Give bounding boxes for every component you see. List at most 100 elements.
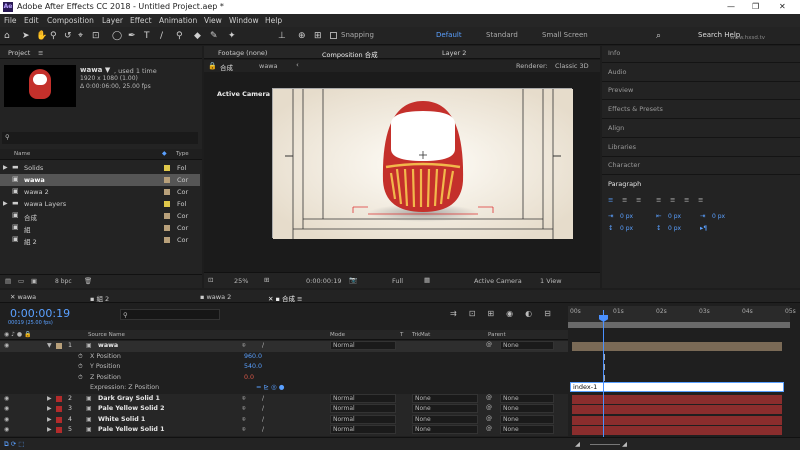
quality-icon[interactable]: / [262,405,264,412]
justify-left-icon[interactable]: ≡ [656,196,661,204]
visibility-eye-icon[interactable]: ◉ [4,416,9,423]
selection-tool-icon[interactable]: ➤ [22,30,30,42]
menu-edit[interactable]: Edit [24,16,39,25]
layer-row[interactable]: ◉ ▶ 5 ▣ Pale Yellow Solid 1 ⍟ / Normal None @ None [0,425,568,436]
quality-icon[interactable]: / [262,426,264,433]
menu-view[interactable]: View [204,16,222,25]
parent-dropdown[interactable]: None [500,425,554,434]
panel-libraries[interactable]: Libraries [608,143,636,151]
mode-dropdown[interactable]: Normal [330,404,396,413]
layer-name[interactable]: wawa [98,342,118,349]
tab-layer[interactable]: Layer 2 [442,49,466,57]
zoom-tool-icon[interactable]: ⚲ [50,30,57,42]
justify-all-icon[interactable]: ≡ [698,196,703,204]
world-axis-icon[interactable]: ⊕ [298,30,306,42]
view-axis-icon[interactable]: ⊞ [314,30,322,42]
breadcrumb-comp[interactable]: 合成 [220,62,233,72]
camera-tool-icon[interactable]: ⌖ [78,30,83,42]
timeline-tab-comp[interactable]: ✕ ▪ 合成 ≡ [268,293,303,303]
pen-tool-icon[interactable]: ✒ [128,30,136,42]
region-icon[interactable]: ▦ [424,276,430,284]
composition-canvas[interactable] [272,88,573,239]
property-row[interactable]: ⏱ Z Position 0.0 [0,373,568,384]
new-comp-icon[interactable]: ▣ [31,277,37,285]
timeline-tab-wawa[interactable]: ✕ wawa [10,293,36,301]
parent-dropdown[interactable]: None [500,404,554,413]
trkmat-dropdown[interactable]: None [412,404,478,413]
shape-tool-icon[interactable]: ◯ [112,30,122,42]
trkmat-dropdown[interactable]: None [412,425,478,434]
panel-menu-icon[interactable]: ≡ [38,49,43,57]
parent-dropdown[interactable]: None [500,341,554,350]
align-left-icon[interactable]: ≡ [608,196,613,204]
viewer-time[interactable]: 0:00:00:19 [306,277,342,285]
minimize-button[interactable]: — [727,2,735,11]
menu-effect[interactable]: Effect [130,16,152,25]
view-camera-select[interactable]: Active Camera [474,277,522,285]
workspace-default[interactable]: Default [436,31,462,39]
panel-paragraph[interactable]: Paragraph [608,180,641,188]
indent-left-value[interactable]: 0 px [620,213,633,220]
menu-help[interactable]: Help [265,16,282,25]
layer-label-swatch[interactable] [56,395,62,402]
visibility-eye-icon[interactable]: ◉ [4,395,9,402]
shy-icon[interactable]: ⍟ [242,395,246,403]
property-value[interactable]: 0.0 [244,374,254,381]
label-swatch[interactable] [164,237,170,243]
layer-label-swatch[interactable] [56,406,62,412]
menu-layer[interactable]: Layer [102,16,123,25]
project-item[interactable]: ▶ ▬ Solids Fol [0,162,200,174]
timeline-timecode[interactable]: 0:00:00:19 [10,307,70,320]
col-source-name[interactable]: Source Name [88,332,125,338]
space-after-value[interactable]: 0 px [668,225,681,232]
layer-label-swatch[interactable] [56,427,62,433]
shy-icon[interactable]: ⍟ [242,416,246,424]
pickwhip-icon[interactable]: @ [486,341,492,348]
panel-audio[interactable]: Audio [608,68,626,76]
bpc-label[interactable]: 8 bpc [55,278,72,285]
quality-icon[interactable]: / [262,416,264,423]
justify-center-icon[interactable]: ≡ [670,196,675,204]
twirl-arrow-icon[interactable]: ▶ [47,405,52,412]
pan-behind-tool-icon[interactable]: ⊡ [92,30,100,42]
project-item[interactable]: ▣ wawa 2 Cor [0,186,200,198]
menu-file[interactable]: File [4,16,17,25]
label-swatch[interactable] [164,201,170,207]
align-right-icon[interactable]: ≡ [636,196,641,204]
panel-character[interactable]: Character [608,161,640,169]
label-swatch[interactable] [164,225,170,231]
zoom-in-icon[interactable]: ◢ [622,440,627,448]
expression-controls-icon[interactable]: = ⊵ ◎ ● [256,383,284,391]
project-item[interactable]: ▣ 合成 Cor [0,210,200,222]
panel-align[interactable]: Align [608,124,624,132]
project-item[interactable]: ▣ wawa Cor [0,174,200,186]
zoom-out-icon[interactable]: ◢ [575,440,580,448]
shy-icon[interactable]: ⍟ [242,342,246,350]
new-folder-icon[interactable]: ▭ [18,277,24,285]
project-item[interactable]: ▣ 組 Cor [0,222,200,234]
label-swatch[interactable] [164,165,170,171]
lock-icon[interactable]: 🔒 [208,62,217,70]
layer-row[interactable]: ◉ ▶ 4 ▣ White Solid 1 ⍟ / Normal None @ None [0,414,568,425]
hand-tool-icon[interactable]: ✋ [36,30,47,42]
timeline-tab-group2[interactable]: ▪ 組 2 [90,293,109,303]
first-line-indent-value[interactable]: 0 px [712,213,725,220]
stopwatch-icon[interactable]: ⏱ [78,374,83,382]
home-icon[interactable]: ⌂ [4,30,10,42]
timeline-search-input[interactable]: ⚲ [120,309,220,320]
puppet-tool-icon[interactable]: ✦ [228,30,236,42]
tab-composition[interactable]: Composition 合成 [322,49,378,59]
menu-animation[interactable]: Animation [159,16,197,25]
quality-select[interactable]: Full [392,277,403,285]
snapping-checkbox[interactable] [330,32,337,39]
trkmat-dropdown[interactable]: None [412,393,478,403]
views-select[interactable]: 1 View [540,277,562,285]
eraser-tool-icon[interactable]: ◆ [194,30,201,42]
mode-dropdown[interactable]: Normal [330,341,396,350]
visibility-eye-icon[interactable]: ◉ [4,342,9,349]
layer-label-swatch[interactable] [56,416,62,423]
mode-dropdown[interactable]: Normal [330,414,396,424]
brush-tool-icon[interactable]: / [160,30,163,42]
expand-arrow-icon[interactable]: ▶ [3,164,8,171]
layer-name[interactable]: Dark Gray Solid 1 [98,395,160,402]
